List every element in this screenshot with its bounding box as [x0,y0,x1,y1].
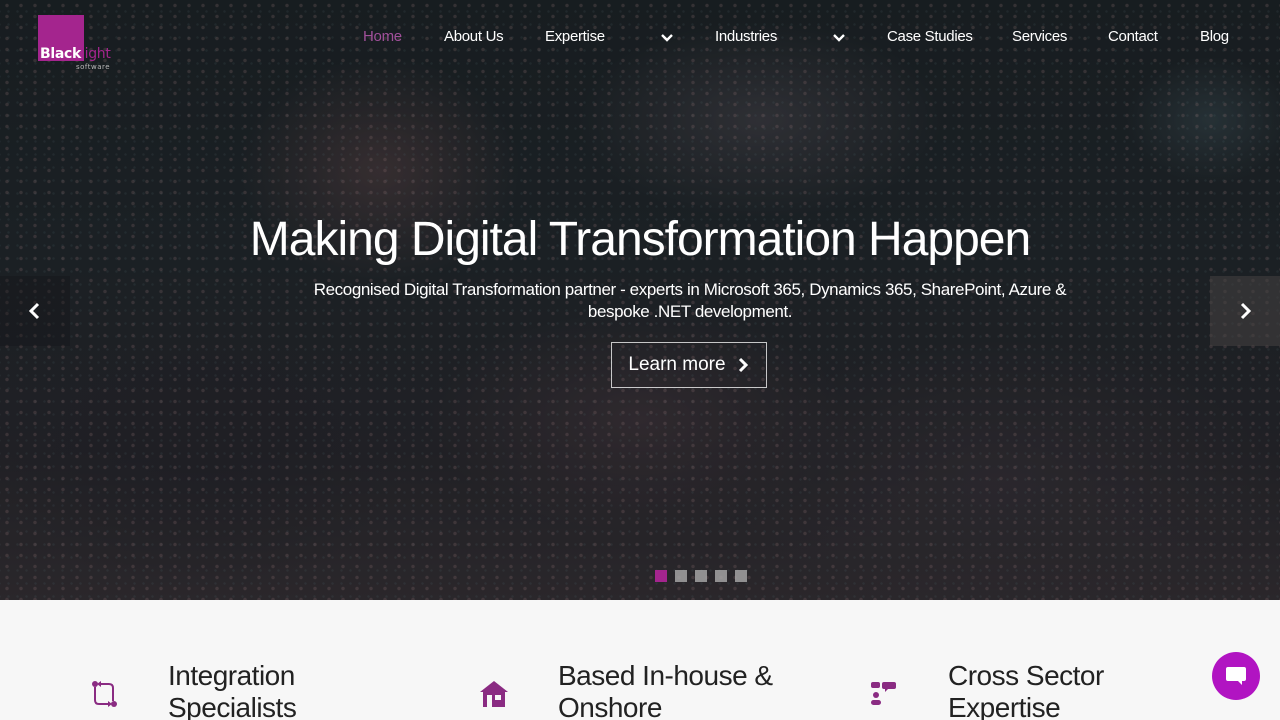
carousel-dot-5[interactable] [735,570,747,582]
nav-home[interactable]: Home [363,28,402,45]
carousel-dot-1[interactable] [655,570,667,582]
logo-bold-text: Black [40,46,82,62]
carousel-indicators [655,570,747,582]
hero-carousel: Blacklight software Home About Us Expert… [0,0,1280,600]
feature-title-line: Integration [168,660,295,691]
feature-title: Based In-house & Onshore [558,660,818,720]
house-icon [480,681,508,707]
nav-blog[interactable]: Blog [1200,28,1229,45]
nav-contact[interactable]: Contact [1108,28,1158,45]
carousel-next-button[interactable] [1210,276,1280,346]
carousel-prev-button[interactable] [0,276,70,346]
nav-industries[interactable]: Industries [715,28,777,45]
nav-case-studies[interactable]: Case Studies [887,28,973,45]
chat-widget-button[interactable] [1212,652,1260,700]
nav-services[interactable]: Services [1012,28,1067,45]
nav-about-us[interactable]: About Us [444,28,504,45]
feature-title-line: Specialists [168,692,297,720]
integration-arrows-icon [92,681,117,707]
chevron-right-icon [1240,302,1252,320]
feature-title: Cross Sector Expertise [948,660,1208,720]
hero-title: Making Digital Transformation Happen [249,213,1031,266]
logo-light-text: light [81,46,111,62]
logo-wordmark: Blacklight [40,46,111,62]
feature-title-line: Based In-house & [558,660,773,691]
chevron-right-icon [738,357,748,373]
carousel-dot-3[interactable] [695,570,707,582]
chevron-left-icon [28,302,40,320]
features-section: Integration Specialists Based In-house &… [0,600,1280,720]
chevron-down-icon[interactable] [831,30,847,46]
feature-title-line: Expertise [948,692,1061,720]
sitemap-icon [871,682,896,705]
logo-tagline: software [76,63,111,71]
hero-subtitle: Recognised Digital Transformation partne… [270,279,1110,323]
learn-more-label: Learn more [628,354,726,375]
learn-more-button[interactable]: Learn more [611,342,767,388]
chat-bubble-icon [1226,667,1246,685]
feature-title: Integration Specialists [168,660,428,720]
hero-subtitle-line: bespoke .NET development. [587,302,793,321]
carousel-dot-2[interactable] [675,570,687,582]
chevron-down-icon[interactable] [659,30,675,46]
hero-subtitle-line: Recognised Digital Transformation partne… [313,280,1067,299]
nav-expertise[interactable]: Expertise [545,28,605,45]
carousel-dot-4[interactable] [715,570,727,582]
feature-title-line: Onshore [558,692,662,720]
feature-title-line: Cross Sector [948,660,1104,691]
logo[interactable]: Blacklight software [38,15,120,73]
